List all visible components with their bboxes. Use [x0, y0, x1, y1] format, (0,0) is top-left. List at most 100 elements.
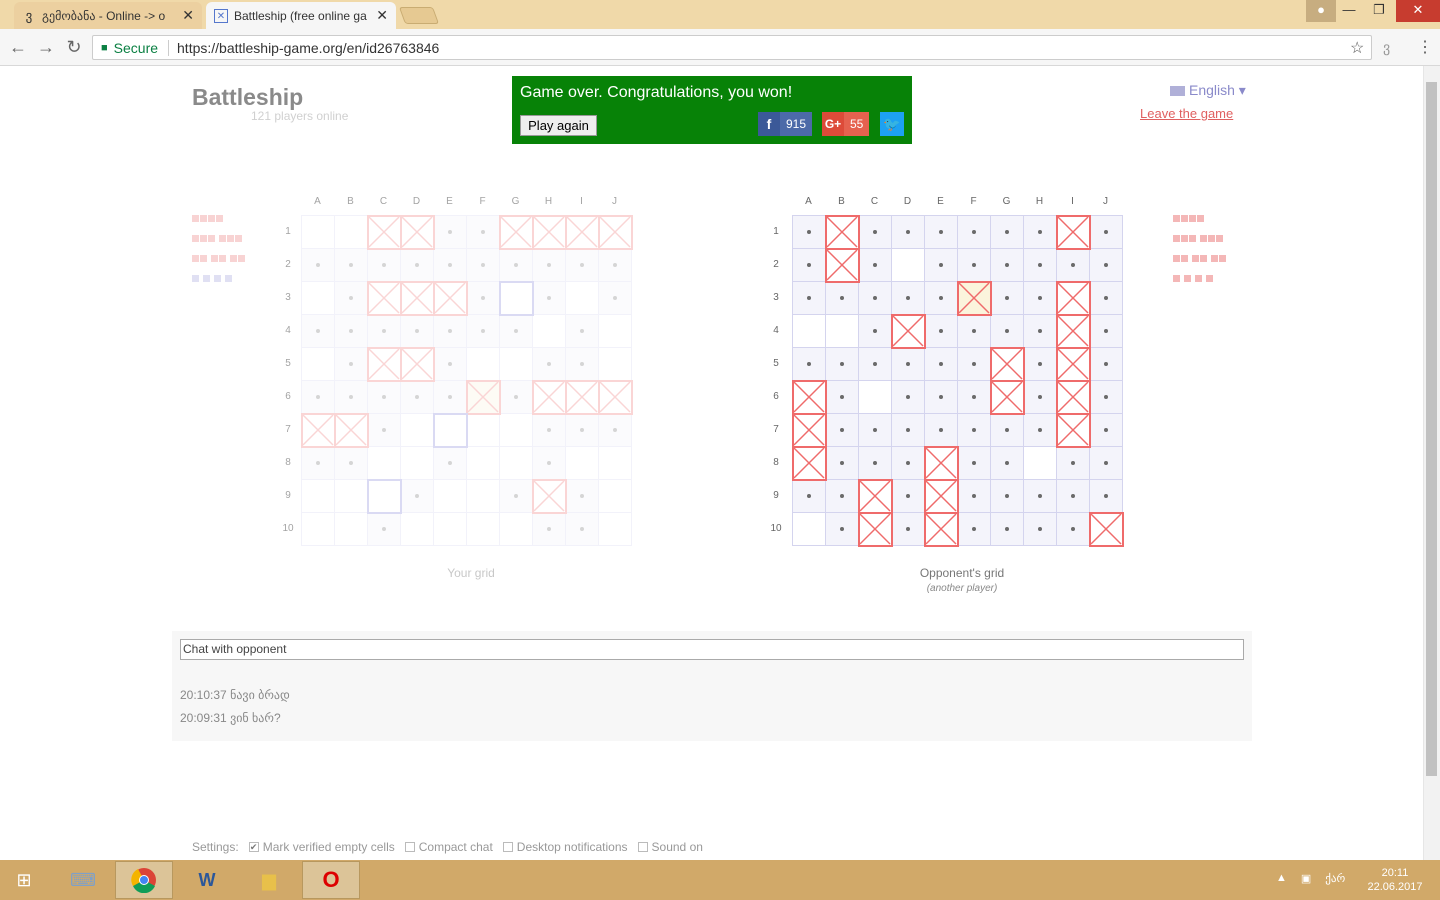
bookmark-star-icon[interactable]: ☆ — [1350, 38, 1364, 58]
hit-cell[interactable] — [924, 446, 959, 481]
miss-cell[interactable] — [859, 282, 892, 315]
miss-cell[interactable] — [1024, 480, 1057, 513]
miss-cell[interactable] — [1057, 513, 1090, 546]
miss-cell[interactable] — [991, 216, 1024, 249]
miss-cell[interactable] — [1024, 249, 1057, 282]
hit-cell[interactable] — [1056, 281, 1091, 316]
miss-cell[interactable] — [958, 447, 991, 480]
miss-cell[interactable] — [892, 381, 925, 414]
hit-cell[interactable] — [1056, 413, 1091, 448]
word-taskbar-icon[interactable]: W — [178, 861, 236, 899]
hit-cell[interactable] — [858, 512, 893, 547]
hit-cell[interactable] — [792, 380, 827, 415]
hit-cell[interactable] — [891, 314, 926, 349]
miss-cell[interactable] — [826, 348, 859, 381]
miss-cell[interactable] — [826, 414, 859, 447]
miss-cell[interactable] — [925, 414, 958, 447]
hit-cell[interactable] — [924, 479, 959, 514]
miss-cell[interactable] — [991, 315, 1024, 348]
network-icon[interactable]: ▣ — [1301, 872, 1311, 885]
windows-start-icon[interactable]: ⊞ — [0, 861, 48, 899]
miss-cell[interactable] — [1090, 414, 1123, 447]
miss-cell[interactable] — [859, 216, 892, 249]
miss-cell[interactable] — [892, 348, 925, 381]
miss-cell[interactable] — [859, 315, 892, 348]
miss-cell[interactable] — [892, 513, 925, 546]
forward-icon[interactable]: → — [36, 37, 56, 57]
miss-cell[interactable] — [925, 216, 958, 249]
miss-cell[interactable] — [793, 348, 826, 381]
close-tab-icon[interactable]: ✕ — [182, 7, 194, 24]
input-language[interactable]: ქარ — [1325, 872, 1345, 885]
close-window-icon[interactable]: ✕ — [1396, 0, 1440, 22]
empty-cell[interactable] — [826, 315, 859, 348]
miss-cell[interactable] — [1090, 381, 1123, 414]
miss-cell[interactable] — [958, 381, 991, 414]
miss-cell[interactable] — [1057, 447, 1090, 480]
hit-cell[interactable] — [1056, 347, 1091, 382]
miss-cell[interactable] — [1090, 216, 1123, 249]
empty-cell[interactable] — [1024, 447, 1057, 480]
miss-cell[interactable] — [892, 480, 925, 513]
miss-cell[interactable] — [958, 216, 991, 249]
hit-cell[interactable] — [858, 479, 893, 514]
keyboard-app-icon[interactable]: ⌨ — [54, 861, 112, 899]
mark-verified-checkbox[interactable]: ✔ Mark verified empty cells — [248, 840, 395, 854]
chrome-taskbar-icon[interactable] — [115, 861, 173, 899]
miss-cell[interactable] — [1024, 414, 1057, 447]
empty-cell[interactable] — [892, 249, 925, 282]
compact-chat-checkbox[interactable]: Compact chat — [404, 840, 493, 854]
miss-cell[interactable] — [958, 348, 991, 381]
miss-cell[interactable] — [859, 447, 892, 480]
miss-cell[interactable] — [793, 282, 826, 315]
empty-cell[interactable] — [793, 315, 826, 348]
hit-cell[interactable] — [1056, 215, 1091, 250]
hit-cell[interactable] — [924, 512, 959, 547]
miss-cell[interactable] — [1024, 315, 1057, 348]
scrollbar-thumb[interactable] — [1426, 82, 1437, 776]
empty-cell[interactable] — [793, 513, 826, 546]
play-again-button[interactable]: Play again — [520, 115, 597, 136]
facebook-share[interactable]: f 915 — [758, 112, 813, 136]
file-explorer-icon[interactable]: ▆ — [240, 861, 298, 899]
miss-cell[interactable] — [925, 348, 958, 381]
chat-input[interactable]: Chat with opponent — [180, 639, 1244, 660]
miss-cell[interactable] — [1024, 381, 1057, 414]
miss-cell[interactable] — [826, 513, 859, 546]
miss-cell[interactable] — [1024, 282, 1057, 315]
empty-cell[interactable] — [859, 381, 892, 414]
miss-cell[interactable] — [958, 513, 991, 546]
restore-icon[interactable]: ❐ — [1364, 0, 1394, 22]
sound-on-checkbox[interactable]: Sound on — [637, 840, 703, 854]
chrome-menu-icon[interactable]: ⋮ — [1417, 37, 1433, 57]
miss-cell[interactable] — [826, 381, 859, 414]
miss-cell[interactable] — [1057, 249, 1090, 282]
browser-tab-battleship[interactable]: ✕ Battleship (free online ga ✕ — [206, 2, 396, 29]
leave-game-link[interactable]: Leave the game — [1140, 106, 1233, 121]
hit-cell[interactable] — [990, 380, 1025, 415]
miss-cell[interactable] — [925, 381, 958, 414]
miss-cell[interactable] — [925, 315, 958, 348]
miss-cell[interactable] — [826, 480, 859, 513]
miss-cell[interactable] — [925, 282, 958, 315]
miss-cell[interactable] — [991, 480, 1024, 513]
address-bar[interactable]: ■ Secure https://battleship-game.org/en/… — [92, 35, 1372, 60]
miss-cell[interactable] — [892, 282, 925, 315]
miss-cell[interactable] — [826, 447, 859, 480]
browser-tab-gemobana[interactable]: ვ გემობანა - Online -> o ✕ — [14, 2, 202, 29]
reload-icon[interactable]: ↻ — [64, 37, 84, 57]
miss-cell[interactable] — [991, 249, 1024, 282]
hit-cell[interactable] — [792, 446, 827, 481]
miss-cell[interactable] — [1057, 480, 1090, 513]
miss-cell[interactable] — [1090, 447, 1123, 480]
miss-cell[interactable] — [892, 447, 925, 480]
hit-cell[interactable] — [825, 215, 860, 250]
miss-cell[interactable] — [958, 315, 991, 348]
show-hidden-icons[interactable]: ▲ — [1276, 872, 1287, 885]
miss-cell[interactable] — [958, 249, 991, 282]
miss-cell[interactable] — [1090, 249, 1123, 282]
miss-cell[interactable] — [859, 414, 892, 447]
miss-cell[interactable] — [859, 348, 892, 381]
miss-cell[interactable] — [991, 447, 1024, 480]
hit-cell[interactable] — [1056, 314, 1091, 349]
